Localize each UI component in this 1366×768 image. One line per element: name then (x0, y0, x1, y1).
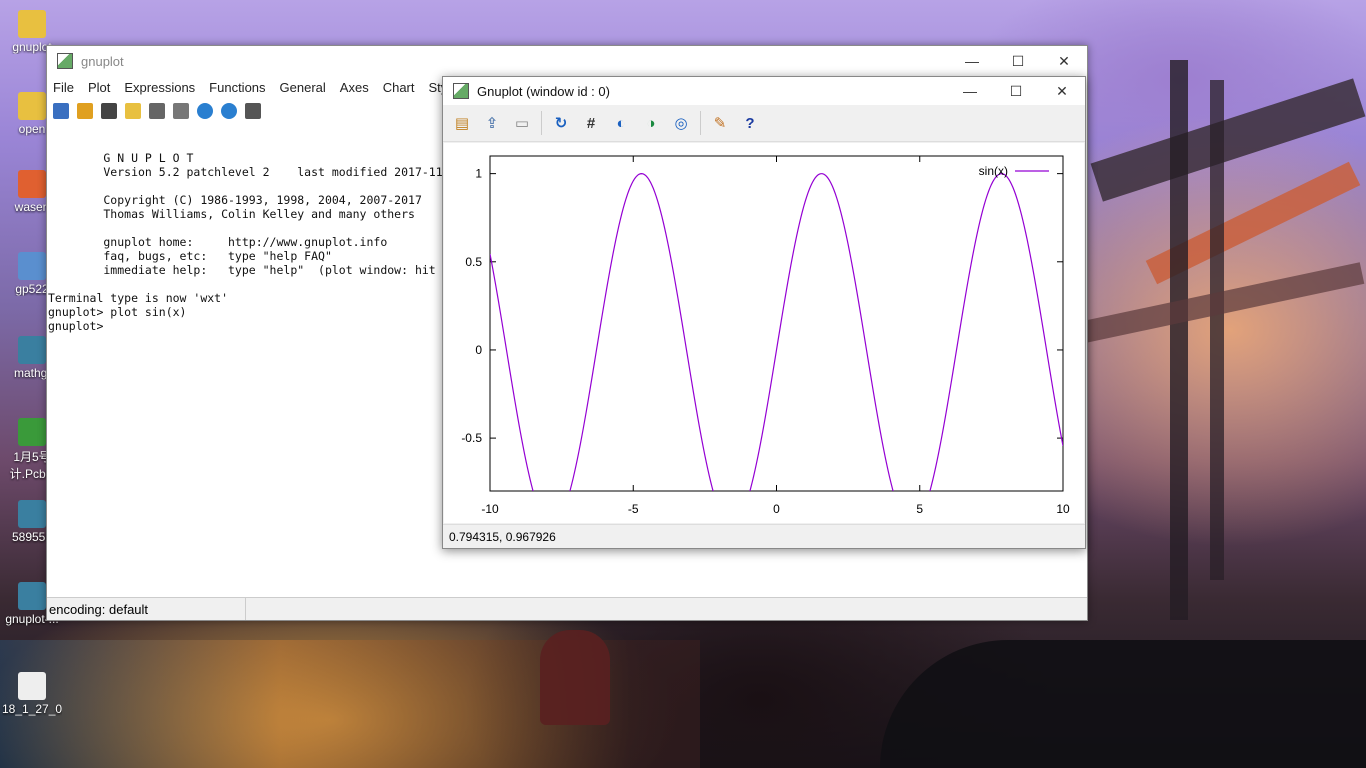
print-icon[interactable]: ▭ (512, 113, 532, 133)
autoscale-icon[interactable]: ◎ (671, 113, 691, 133)
desktop-icon-label: 18_1_27_0... (2, 702, 62, 716)
y-tick-label: 1 (475, 167, 482, 181)
gnuplot-plot-window: Gnuplot (window id : 0) — ☐ ✕ ▤ ⇪ ▭ ↻ # … (442, 76, 1086, 549)
menu-general[interactable]: General (280, 80, 326, 95)
x-tick-label: -10 (481, 502, 499, 516)
menu-functions[interactable]: Functions (209, 80, 265, 95)
menu-file[interactable]: File (53, 80, 74, 95)
open-icon[interactable] (77, 103, 93, 119)
change-dir-icon[interactable] (125, 103, 141, 119)
desktop-icon-image (18, 582, 46, 610)
menu-chart[interactable]: Chart (383, 80, 415, 95)
desktop-icon-image (18, 672, 46, 700)
copy-clipboard-icon[interactable]: ▤ (452, 113, 472, 133)
y-tick-label: -0.5 (461, 431, 482, 445)
plot-canvas[interactable]: -10 -5 0 5 10 -0.5 0 0.5 1 sin(x) (444, 143, 1084, 523)
desktop-icon-image (18, 252, 46, 280)
legend-label: sin(x) (979, 164, 1008, 178)
menu-axes[interactable]: Axes (340, 80, 369, 95)
sine-plot[interactable]: -10 -5 0 5 10 -0.5 0 0.5 1 sin(x) (444, 143, 1084, 523)
desktop-icon[interactable]: 18_1_27_0... (2, 672, 62, 716)
print-icon[interactable] (149, 103, 165, 119)
grid-icon[interactable]: # (581, 113, 601, 133)
wallpaper-pillar (1170, 60, 1188, 620)
sin-curve (490, 173, 1063, 491)
maximize-button[interactable]: ☐ (995, 46, 1041, 76)
print-setup-icon[interactable] (173, 103, 189, 119)
replot-icon[interactable]: ↻ (551, 113, 571, 133)
desktop-icon-image (18, 10, 46, 38)
config-wrench-icon[interactable]: ✎ (710, 113, 730, 133)
plot-statusbar: 0.794315, 0.967926 (443, 524, 1085, 548)
zoom-previous-icon[interactable]: ◐ (611, 113, 631, 133)
desktop-icon-image (18, 500, 46, 528)
close-button[interactable]: ✕ (1041, 46, 1087, 76)
save-icon[interactable] (101, 103, 117, 119)
plot-window-icon (453, 83, 469, 99)
console-titlebar[interactable]: gnuplot — ☐ ✕ (47, 46, 1087, 76)
minimize-button[interactable]: — (947, 76, 993, 106)
export-icon[interactable]: ⇪ (482, 113, 502, 133)
y-tick-label: 0 (475, 343, 482, 357)
desktop-icon-image (18, 336, 46, 364)
x-tick-label: -5 (628, 502, 639, 516)
maximize-button[interactable]: ☐ (993, 76, 1039, 106)
refresh-icon[interactable] (53, 103, 69, 119)
desktop-icon-image (18, 92, 46, 120)
forward-icon[interactable] (221, 103, 237, 119)
options-icon[interactable] (245, 103, 261, 119)
plot-window-title: Gnuplot (window id : 0) (477, 83, 610, 99)
x-tick-label: 0 (773, 502, 780, 516)
plot-toolbar: ▤ ⇪ ▭ ↻ # ◐ ◑ ◎ ✎ ? (443, 105, 1085, 142)
desktop-icon-image (18, 418, 46, 446)
desktop-icon-image (18, 170, 46, 198)
zoom-next-icon[interactable]: ◑ (641, 113, 661, 133)
mouse-coordinates: 0.794315, 0.967926 (449, 529, 556, 544)
gnuplot-app-icon (57, 53, 73, 69)
back-icon[interactable] (197, 103, 213, 119)
toolbar-separator (541, 111, 542, 135)
plot-titlebar[interactable]: Gnuplot (window id : 0) — ☐ ✕ (443, 77, 1085, 105)
console-title: gnuplot (81, 53, 124, 69)
toolbar-separator (700, 111, 701, 135)
encoding-status: encoding: default (47, 598, 246, 620)
minimize-button[interactable]: — (949, 46, 995, 76)
x-tick-label: 5 (916, 502, 923, 516)
close-button[interactable]: ✕ (1039, 76, 1085, 106)
help-icon[interactable]: ? (740, 113, 760, 133)
y-tick-label: 0.5 (465, 255, 482, 269)
x-tick-label: 10 (1056, 502, 1070, 516)
console-output[interactable]: G N U P L O T Version 5.2 patchlevel 2 l… (48, 137, 442, 597)
wallpaper-figure (540, 630, 610, 725)
wallpaper-shadow (880, 640, 1366, 768)
plot-border (489, 155, 1064, 492)
menu-plot[interactable]: Plot (88, 80, 110, 95)
menu-expressions[interactable]: Expressions (124, 80, 195, 95)
console-statusbar: encoding: default (47, 597, 1087, 620)
wallpaper-pillar (1210, 80, 1224, 580)
